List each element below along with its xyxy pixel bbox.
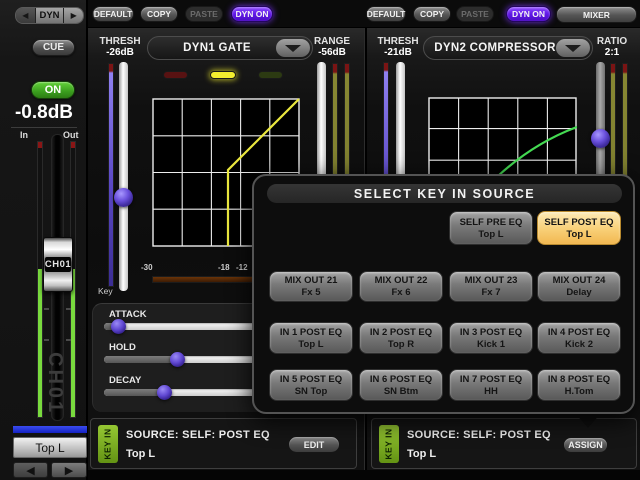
dyn2-thresh-value: -21dB — [374, 47, 422, 58]
decay-knob[interactable] — [157, 385, 172, 400]
keyin-source-mix-out-24[interactable]: MIX OUT 24Delay — [537, 271, 621, 302]
dyn2-keyin-channel: Top L — [407, 448, 436, 460]
keyin-assign-button[interactable]: ASSIGN — [563, 437, 608, 453]
key-meter-label: Key — [98, 286, 113, 296]
channel-watermark: CH01 — [43, 352, 66, 415]
dyn1-thresh-label: THRESH — [96, 36, 144, 47]
dynamics-screen: DEFAULT COPY PASTE DYN ON DEFAULT COPY P… — [0, 0, 640, 480]
dyn1-paste-button[interactable]: PASTE — [185, 6, 223, 22]
keyin-tag: KEY IN — [98, 425, 118, 463]
dyn1-range-label: RANGE — [308, 36, 356, 47]
dyn2-ratio-label: RATIO — [588, 36, 636, 47]
channel-color-bar — [13, 426, 87, 433]
page-next-button[interactable]: ▶ — [63, 8, 83, 23]
dyn2-paste-button[interactable]: PASTE — [456, 6, 494, 22]
dyn1-on-button[interactable]: DYN ON — [231, 6, 273, 22]
mixer-button[interactable]: MIXER — [556, 6, 637, 23]
dyn1-type-dropdown[interactable]: DYN1 GATE — [147, 36, 313, 60]
dyn1-keyin-bar: KEY IN SOURCE: SELF: POST EQ Top L EDIT — [90, 418, 357, 469]
chevron-right-icon: ▶ — [71, 11, 77, 20]
keyin-source-in-6-post-eq[interactable]: IN 6 POST EQSN Btm — [359, 369, 443, 401]
channel-name-label: Top L — [13, 437, 87, 458]
fader-tick — [66, 339, 71, 341]
dyn1-thresh-slider-track[interactable] — [119, 62, 128, 291]
decay-label: DECAY — [109, 375, 141, 386]
page-label: DYN — [36, 8, 64, 23]
keyin-source-self-post-eq[interactable]: SELF POST EQTop L — [537, 211, 621, 245]
popup-tail-pointer — [574, 412, 602, 428]
keyin-source-in-1-post-eq[interactable]: IN 1 POST EQTop L — [269, 322, 353, 354]
keyin-source-in-7-post-eq[interactable]: IN 7 POST EQHH — [449, 369, 533, 401]
out-meter-label: Out — [63, 130, 79, 140]
dyn1-copy-button[interactable]: COPY — [140, 6, 178, 22]
keyin-source-in-2-post-eq[interactable]: IN 2 POST EQTop R — [359, 322, 443, 354]
dyn2-thresh-label: THRESH — [374, 36, 422, 47]
keyin-tag: KEY IN — [379, 425, 399, 463]
next-channel-button[interactable]: ▶ — [51, 462, 87, 478]
channel-strip-sidebar: ◀ DYN ▶ CUE ON -0.8dB In Out CH01 CH01 T… — [0, 0, 88, 480]
fader-channel-label: CH01 — [45, 257, 71, 272]
hold-knob[interactable] — [170, 352, 185, 367]
attack-knob[interactable] — [111, 319, 126, 334]
keyin-source-in-8-post-eq[interactable]: IN 8 POST EQH.Tom — [537, 369, 621, 401]
dyn1-thresh-knob[interactable] — [114, 188, 133, 207]
fader-tick — [66, 308, 71, 310]
prev-channel-button[interactable]: ◀ — [13, 462, 48, 478]
key-scale-30: -30 — [141, 263, 153, 272]
dyn1-keyin-channel: Top L — [126, 448, 155, 460]
in-meter-label: In — [20, 130, 28, 140]
fader-gain-readout: -0.8dB — [0, 102, 88, 124]
channel-on-button[interactable]: ON — [31, 81, 75, 99]
channel-fader-knob[interactable]: CH01 — [43, 237, 73, 292]
dyn2-on-button[interactable]: DYN ON — [506, 6, 551, 22]
chevron-left-icon: ◀ — [22, 11, 28, 20]
attack-label: ATTACK — [109, 309, 147, 320]
dyn2-ratio-knob[interactable] — [591, 129, 610, 148]
key-scale-12: -12 — [236, 263, 248, 272]
dropdown-arrow-icon[interactable] — [556, 39, 590, 57]
dyn1-thresh-value: -26dB — [96, 47, 144, 58]
keyin-source-mix-out-21[interactable]: MIX OUT 21Fx 5 — [269, 271, 353, 302]
hold-label: HOLD — [109, 342, 136, 353]
page-selector: ◀ DYN ▶ — [15, 7, 84, 24]
keyin-source-in-5-post-eq[interactable]: IN 5 POST EQSN Top — [269, 369, 353, 401]
dyn1-range-value: -56dB — [308, 47, 356, 58]
top-toolbar: DEFAULT COPY PASTE DYN ON DEFAULT COPY P… — [88, 0, 640, 28]
divider — [11, 127, 77, 128]
dyn2-default-button[interactable]: DEFAULT — [366, 6, 406, 22]
dyn1-keyin-meter — [108, 63, 114, 287]
dyn2-copy-button[interactable]: COPY — [413, 6, 451, 22]
keyin-source-mix-out-22[interactable]: MIX OUT 22Fx 6 — [359, 271, 443, 302]
key-scale-18: -18 — [218, 263, 230, 272]
gate-led-closed — [163, 71, 188, 79]
dyn2-type-dropdown[interactable]: DYN2 COMPRESSOR — [423, 36, 593, 60]
keyin-source-in-4-post-eq[interactable]: IN 4 POST EQKick 2 — [537, 322, 621, 354]
dropdown-arrow-icon[interactable] — [276, 39, 310, 57]
dyn1-default-button[interactable]: DEFAULT — [92, 6, 134, 22]
arrow-right-icon: ▶ — [65, 464, 73, 477]
keyin-source-self-pre-eq[interactable]: SELF PRE EQTop L — [449, 211, 533, 245]
keyin-source-in-3-post-eq[interactable]: IN 3 POST EQKick 1 — [449, 322, 533, 354]
dyn1-keyin-source: SOURCE: SELF: POST EQ — [126, 429, 270, 441]
page-prev-button[interactable]: ◀ — [16, 8, 36, 23]
dyn2-ratio-value: 2:1 — [588, 47, 636, 58]
fader-tick — [44, 339, 49, 341]
gate-led-open — [258, 71, 283, 79]
dyn2-type-label: DYN2 COMPRESSOR — [432, 37, 558, 59]
popup-title: SELECT KEY IN SOURCE — [267, 184, 622, 203]
dyn1-type-label: DYN1 GATE — [156, 37, 278, 59]
keyin-edit-button[interactable]: EDIT — [288, 436, 340, 453]
arrow-left-icon: ◀ — [26, 464, 34, 477]
fader-tick — [44, 308, 49, 310]
cue-button[interactable]: CUE — [32, 39, 75, 56]
dyn2-keyin-source: SOURCE: SELF: POST EQ — [407, 429, 551, 441]
keyin-source-mix-out-23[interactable]: MIX OUT 23Fx 7 — [449, 271, 533, 302]
select-keyin-source-popup: SELECT KEY IN SOURCE SELF PRE EQTop L SE… — [252, 174, 635, 414]
gate-led-mid — [210, 71, 236, 79]
